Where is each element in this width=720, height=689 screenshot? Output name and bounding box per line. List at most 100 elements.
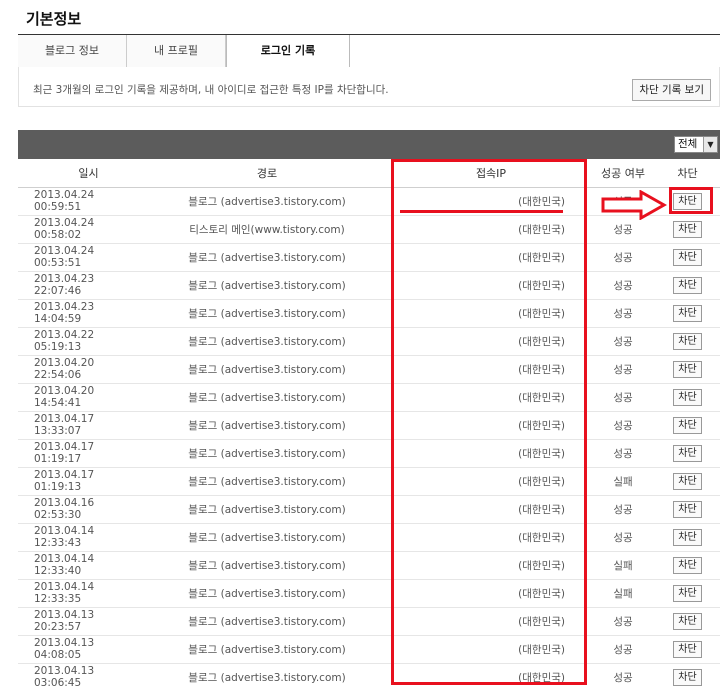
row-ip: (대한민국) — [391, 579, 591, 608]
block-ip-button[interactable]: 차단 — [673, 248, 702, 266]
row-date: 2013.04.24 00:53:51 — [18, 243, 143, 272]
tab-login-history[interactable]: 로그인 기록 — [226, 35, 350, 68]
table-row: 2013.04.23 14:04:59 블로그 (advertise3.tisto… — [18, 299, 720, 328]
row-result: 성공 — [591, 271, 655, 300]
table-row: 2013.04.14 12:33:43 블로그 (advertise3.tisto… — [18, 523, 720, 552]
row-ip: (대한민국) — [391, 663, 591, 689]
row-result: 실패 — [591, 467, 655, 496]
table-row: 2013.04.17 01:19:13 블로그 (advertise3.tisto… — [18, 467, 720, 496]
row-path: 블로그 (advertise3.tistory.com) — [143, 411, 391, 440]
row-path: 블로그 (advertise3.tistory.com) — [143, 663, 391, 689]
block-ip-button[interactable]: 차단 — [673, 416, 702, 434]
row-result: 성공 — [591, 495, 655, 524]
row-ip: (대한민국) — [391, 495, 591, 524]
row-path: 블로그 (advertise3.tistory.com) — [143, 271, 391, 300]
block-ip-button[interactable]: 차단 — [673, 360, 702, 378]
row-ip: (대한민국) — [391, 187, 591, 216]
row-path: 블로그 (advertise3.tistory.com) — [143, 187, 391, 216]
row-ip: (대한민국) — [391, 327, 591, 356]
row-path: 블로그 (advertise3.tistory.com) — [143, 523, 391, 552]
block-ip-button[interactable]: 차단 — [673, 192, 702, 210]
row-date: 2013.04.16 02:53:30 — [18, 495, 143, 524]
row-date: 2013.04.23 22:07:46 — [18, 271, 143, 300]
row-date: 2013.04.20 22:54:06 — [18, 355, 143, 384]
row-block-cell: 차단 — [655, 439, 720, 468]
row-ip: (대한민국) — [391, 411, 591, 440]
info-box: 최근 3개월의 로그인 기록을 제공하며, 내 아이디로 접근한 특정 IP를 … — [18, 67, 720, 107]
row-date: 2013.04.14 12:33:40 — [18, 551, 143, 580]
row-block-cell: 차단 — [655, 495, 720, 524]
row-ip: (대한민국) — [391, 607, 591, 636]
row-result: 성공 — [591, 243, 655, 272]
row-result: 성공 — [591, 663, 655, 689]
column-header-block: 차단 — [655, 159, 720, 188]
block-ip-button[interactable]: 차단 — [673, 444, 702, 462]
row-block-cell: 차단 — [655, 299, 720, 328]
block-ip-button[interactable]: 차단 — [673, 500, 702, 518]
table-row: 2013.04.24 00:59:51 블로그 (advertise3.tisto… — [18, 187, 720, 216]
row-block-cell: 차단 — [655, 607, 720, 636]
row-ip: (대한민국) — [391, 215, 591, 244]
row-block-cell: 차단 — [655, 663, 720, 689]
row-ip: (대한민국) — [391, 635, 591, 664]
chevron-down-icon[interactable]: ▼ — [703, 137, 717, 152]
row-ip: (대한민국) — [391, 243, 591, 272]
row-block-cell: 차단 — [655, 243, 720, 272]
row-path: 블로그 (advertise3.tistory.com) — [143, 551, 391, 580]
block-ip-button[interactable]: 차단 — [673, 472, 702, 490]
row-path: 블로그 (advertise3.tistory.com) — [143, 243, 391, 272]
table-row: 2013.04.13 20:23:57 블로그 (advertise3.tisto… — [18, 607, 720, 636]
row-block-cell: 차단 — [655, 635, 720, 664]
row-ip: (대한민국) — [391, 355, 591, 384]
row-date: 2013.04.13 20:23:57 — [18, 607, 143, 636]
row-result: 실패 — [591, 579, 655, 608]
block-ip-button[interactable]: 차단 — [673, 388, 702, 406]
row-path: 블로그 (advertise3.tistory.com) — [143, 579, 391, 608]
page-title: 기본정보 — [26, 10, 82, 28]
row-block-cell: 차단 — [655, 187, 720, 216]
table-row: 2013.04.16 02:53:30 블로그 (advertise3.tisto… — [18, 495, 720, 524]
block-ip-button[interactable]: 차단 — [673, 556, 702, 574]
row-result: 성공 — [591, 411, 655, 440]
row-path: 블로그 (advertise3.tistory.com) — [143, 383, 391, 412]
block-ip-button[interactable]: 차단 — [673, 528, 702, 546]
table-row: 2013.04.14 12:33:40 블로그 (advertise3.tisto… — [18, 551, 720, 580]
row-path: 블로그 (advertise3.tistory.com) — [143, 607, 391, 636]
row-block-cell: 차단 — [655, 467, 720, 496]
block-ip-button[interactable]: 차단 — [673, 332, 702, 350]
block-ip-button[interactable]: 차단 — [673, 304, 702, 322]
table-row: 2013.04.24 00:58:02 티스토리 메인(www.tistory.c… — [18, 215, 720, 244]
result-filter-select[interactable]: 전체 ▼ — [674, 136, 718, 153]
row-path: 블로그 (advertise3.tistory.com) — [143, 299, 391, 328]
block-history-button[interactable]: 차단 기록 보기 — [632, 79, 711, 101]
row-date: 2013.04.22 05:19:13 — [18, 327, 143, 356]
block-ip-button[interactable]: 차단 — [673, 220, 702, 238]
row-path: 블로그 (advertise3.tistory.com) — [143, 355, 391, 384]
row-path: 블로그 (advertise3.tistory.com) — [143, 467, 391, 496]
row-date: 2013.04.13 03:06:45 — [18, 663, 143, 689]
row-date: 2013.04.20 14:54:41 — [18, 383, 143, 412]
block-ip-button[interactable]: 차단 — [673, 640, 702, 658]
login-history-table: 일시 경로 접속IP 성공 여부 차단 2013.04.24 00:59:51 블… — [18, 159, 720, 689]
tab-bar-fill — [350, 35, 720, 67]
block-ip-button[interactable]: 차단 — [673, 584, 702, 602]
row-date: 2013.04.14 12:33:35 — [18, 579, 143, 608]
row-result: 성공 — [591, 523, 655, 552]
table-row: 2013.04.13 04:08:05 블로그 (advertise3.tisto… — [18, 635, 720, 664]
row-block-cell: 차단 — [655, 355, 720, 384]
block-ip-button[interactable]: 차단 — [673, 276, 702, 294]
info-text: 최근 3개월의 로그인 기록을 제공하며, 내 아이디로 접근한 특정 IP를 … — [33, 84, 389, 96]
row-path: 블로그 (advertise3.tistory.com) — [143, 327, 391, 356]
block-ip-button[interactable]: 차단 — [673, 612, 702, 630]
tab-my-profile[interactable]: 내 프로필 — [127, 35, 226, 67]
column-header-ip: 접속IP — [391, 159, 591, 188]
table-row: 2013.04.23 22:07:46 블로그 (advertise3.tisto… — [18, 271, 720, 300]
row-date: 2013.04.17 13:33:07 — [18, 411, 143, 440]
table-row: 2013.04.14 12:33:35 블로그 (advertise3.tisto… — [18, 579, 720, 608]
table-row: 2013.04.20 14:54:41 블로그 (advertise3.tisto… — [18, 383, 720, 412]
table-row: 2013.04.17 13:33:07 블로그 (advertise3.tisto… — [18, 411, 720, 440]
column-header-path: 경로 — [143, 159, 391, 188]
block-ip-button[interactable]: 차단 — [673, 668, 702, 686]
tab-blog-info[interactable]: 블로그 정보 — [18, 35, 127, 67]
row-block-cell: 차단 — [655, 215, 720, 244]
